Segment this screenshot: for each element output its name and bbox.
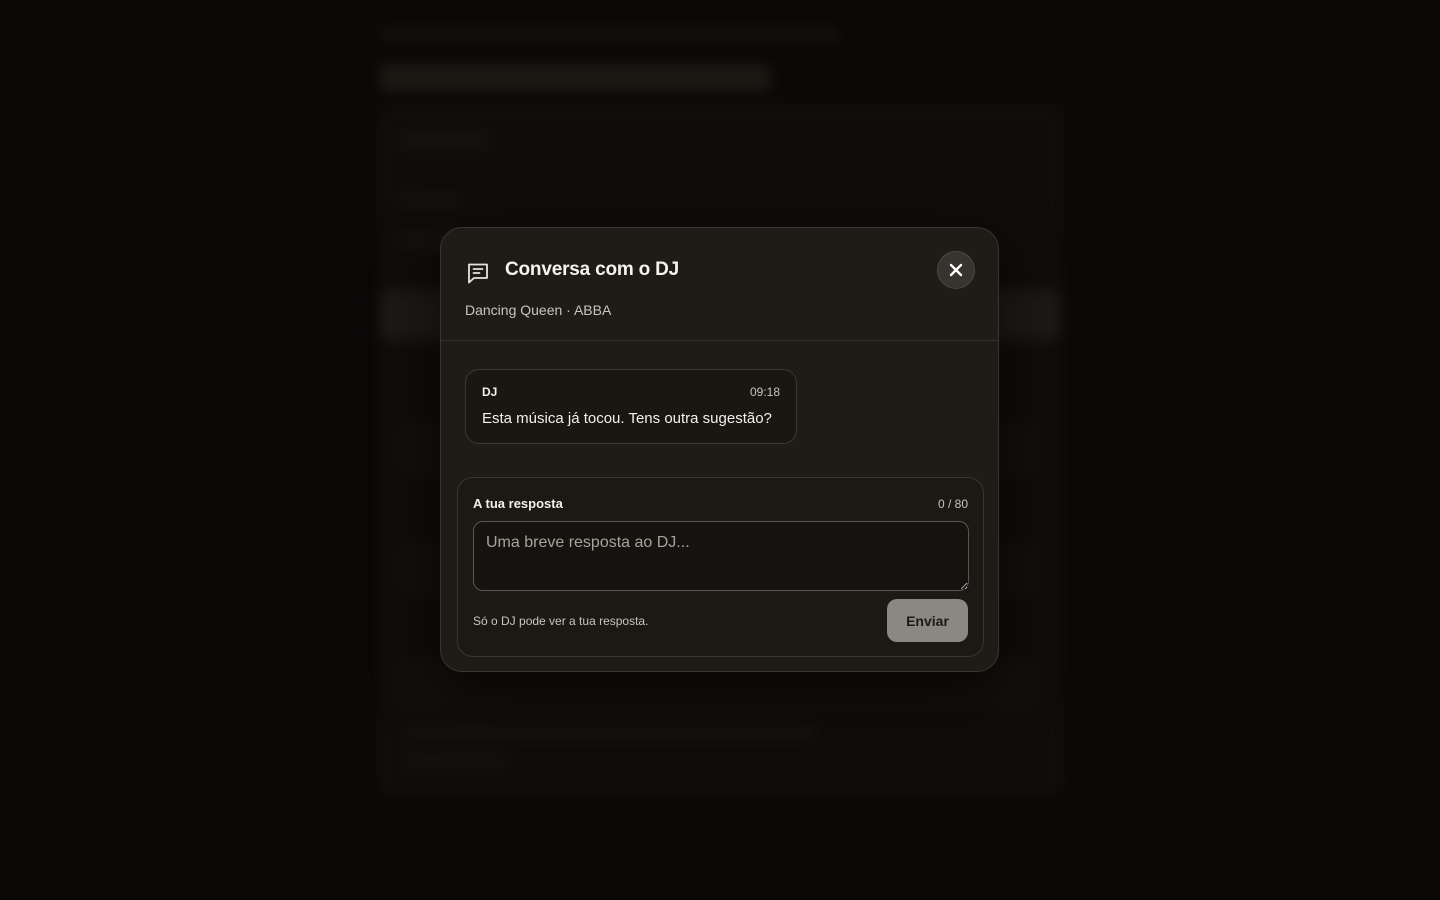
- background-breadcrumb: [380, 28, 840, 40]
- message-time: 09:18: [749, 385, 780, 399]
- dj-message: DJ 09:18 Esta música já tocou. Tens outr…: [465, 369, 797, 444]
- background-line: [399, 195, 459, 205]
- song-subtitle: Dancing Queen · ABBA: [465, 302, 612, 318]
- close-icon: [949, 263, 963, 277]
- reply-section: A tua resposta 0 / 80 Só o DJ pode ver a…: [457, 477, 984, 657]
- background-title: [380, 64, 770, 92]
- background-line: [399, 135, 489, 145]
- message-sender: DJ: [482, 385, 498, 399]
- send-button[interactable]: Enviar: [887, 599, 968, 642]
- dj-chat-modal: Conversa com o DJ Dancing Queen · ABBA D…: [440, 227, 999, 672]
- reply-label: A tua resposta: [473, 496, 563, 511]
- modal-header: Conversa com o DJ Dancing Queen · ABBA: [441, 228, 998, 341]
- character-counter: 0 / 80: [937, 497, 968, 511]
- background-line: [405, 755, 505, 765]
- message-text: Esta música já tocou. Tens outra sugestã…: [482, 410, 772, 427]
- close-button[interactable]: [937, 251, 975, 289]
- privacy-hint: Só o DJ pode ver a tua resposta.: [473, 614, 649, 628]
- reply-textarea[interactable]: [473, 521, 969, 591]
- background-line: [405, 728, 815, 738]
- chat-bubble-icon: [465, 260, 491, 286]
- modal-title: Conversa com o DJ: [505, 259, 679, 280]
